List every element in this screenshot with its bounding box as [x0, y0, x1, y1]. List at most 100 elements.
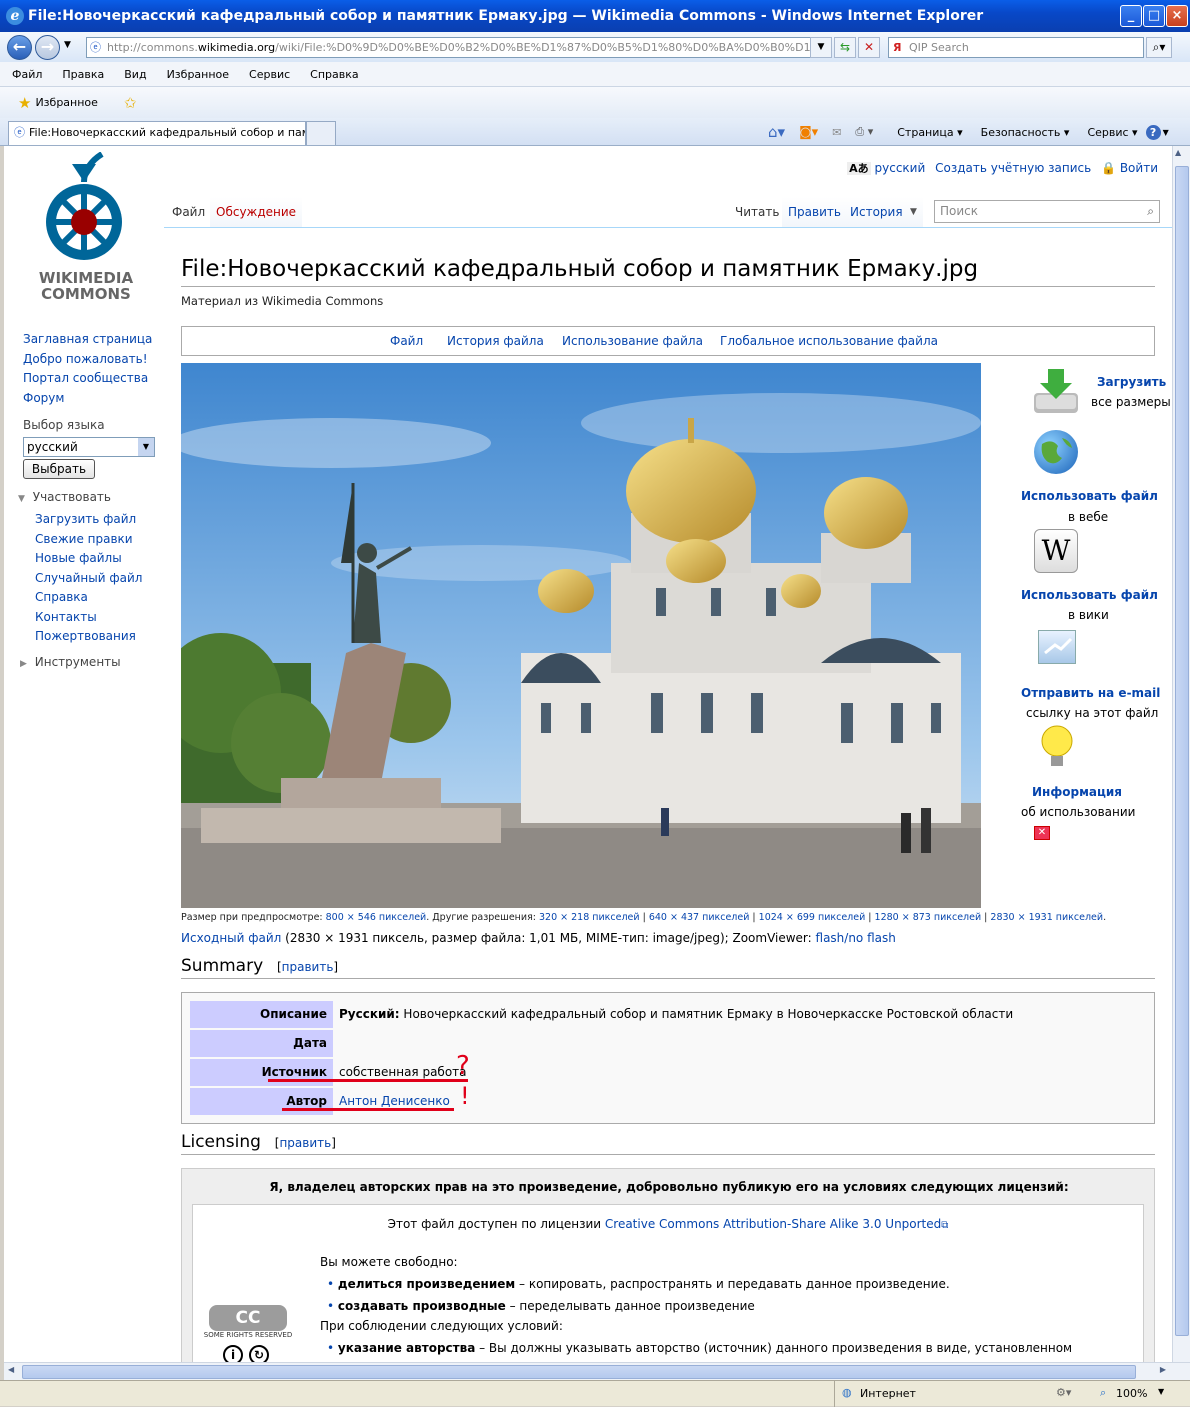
- tab-read[interactable]: Читать: [729, 197, 786, 227]
- res-link-640[interactable]: 640 × 437 пикселей: [649, 912, 750, 923]
- action-use-wiki-link[interactable]: Использовать файл: [1021, 588, 1158, 602]
- language-select-label: Выбор языка: [23, 418, 105, 432]
- toc-file[interactable]: Файл: [390, 334, 423, 348]
- summary-edit-link[interactable]: править: [282, 960, 334, 974]
- zoom-level[interactable]: 100%: [1116, 1387, 1147, 1400]
- choose-language-button[interactable]: Выбрать: [23, 459, 95, 479]
- sidebar-item-random[interactable]: Случайный файл: [35, 569, 175, 589]
- scroll-left-icon[interactable]: ◀: [8, 1365, 14, 1374]
- action-email-link[interactable]: Отправить на e-mail: [1021, 686, 1160, 700]
- zoom-dropdown-icon[interactable]: ▼: [1158, 1387, 1164, 1396]
- more-dropdown-icon[interactable]: ▼: [904, 197, 923, 227]
- tab-edit[interactable]: Править: [782, 197, 847, 227]
- sidebar-item-newfiles[interactable]: Новые файлы: [35, 549, 175, 569]
- sidebar-item-upload[interactable]: Загрузить файл: [35, 510, 175, 530]
- horizontal-scrollbar[interactable]: ◀ ▶: [4, 1362, 1190, 1380]
- add-favorite-icon[interactable]: ✩: [124, 94, 137, 112]
- cc-license-link[interactable]: Creative Commons Attribution-Share Alike…: [605, 1217, 941, 1231]
- stop-icon[interactable]: ✕: [858, 37, 880, 58]
- refresh-icon[interactable]: ⇆: [834, 37, 856, 58]
- zoomviewer-link[interactable]: flash/no flash: [816, 931, 896, 945]
- action-use-web-link[interactable]: Использовать файл: [1021, 489, 1158, 503]
- sidebar-item-donate[interactable]: Пожертвования: [35, 627, 175, 647]
- yandex-icon: Я: [893, 41, 902, 54]
- wiki-search-icon[interactable]: ⌕: [1147, 201, 1154, 222]
- safety-menu[interactable]: Безопасность ▾: [973, 126, 1070, 139]
- res-link-320[interactable]: 320 × 218 пикселей: [539, 912, 640, 923]
- participate-toggle[interactable]: ▼ Участвовать: [18, 490, 111, 504]
- maximize-button[interactable]: □: [1143, 5, 1165, 27]
- author-link[interactable]: Антон Денисенко: [339, 1094, 450, 1108]
- horizontal-scroll-thumb[interactable]: [22, 1365, 1136, 1379]
- tab-talk[interactable]: Обсуждение: [210, 197, 303, 227]
- sidebar-item-main[interactable]: Заглавная страница: [23, 330, 163, 350]
- tab-history[interactable]: История: [844, 197, 909, 227]
- language-select[interactable]: русский ▼: [23, 437, 155, 457]
- original-file-line: Исходный файл (2830 × 1931 пиксель, разм…: [181, 931, 896, 945]
- address-input[interactable]: ⓔ http://commons.wikimedia.org/wiki/File…: [86, 37, 828, 58]
- browser-tab-active[interactable]: ⓔ File:Новочеркасский кафедральный собор…: [8, 121, 306, 145]
- menu-file[interactable]: Файл: [12, 68, 42, 81]
- res-link-1024[interactable]: 1024 × 699 пикселей: [759, 912, 866, 923]
- action-download-link[interactable]: Загрузить: [1097, 375, 1166, 389]
- mail-icon[interactable]: ✉: [832, 126, 841, 139]
- back-icon[interactable]: ←: [7, 35, 32, 60]
- toc-global-usage[interactable]: Глобальное использование файла: [720, 334, 938, 348]
- sidebar-item-recent[interactable]: Свежие правки: [35, 530, 175, 550]
- menu-tools[interactable]: Сервис: [249, 68, 290, 81]
- new-tab-button[interactable]: [306, 121, 336, 145]
- page-menu[interactable]: Страница ▾: [889, 126, 962, 139]
- history-dropdown-icon[interactable]: ▼: [64, 40, 71, 50]
- tab-file[interactable]: Файл: [166, 197, 212, 227]
- rss-icon[interactable]: ◙▾: [799, 125, 818, 140]
- tools-toggle[interactable]: ▶ Инструменты: [20, 655, 121, 669]
- toc-usage[interactable]: Использование файла: [562, 334, 703, 348]
- home-icon[interactable]: ⌂▾: [768, 123, 785, 141]
- wikipedia-icon[interactable]: W: [1034, 529, 1078, 573]
- sidebar-item-forum[interactable]: Форум: [23, 389, 163, 409]
- help-icon[interactable]: ?: [1145, 124, 1161, 140]
- help-dropdown-icon[interactable]: ▼: [1163, 128, 1169, 137]
- scroll-right-icon[interactable]: ▶: [1160, 1365, 1166, 1374]
- search-icon[interactable]: ⌕▾: [1146, 37, 1172, 58]
- download-icon[interactable]: [1032, 367, 1080, 417]
- file-preview-image[interactable]: [181, 363, 981, 908]
- sidebar-item-contacts[interactable]: Контакты: [35, 608, 175, 628]
- language-link[interactable]: русский: [875, 161, 926, 175]
- globe-icon[interactable]: [1034, 430, 1078, 474]
- sidebar-item-help[interactable]: Справка: [35, 588, 175, 608]
- action-info-link[interactable]: Информация: [1032, 785, 1122, 799]
- sidebar-item-welcome[interactable]: Добро пожаловать!: [23, 350, 163, 370]
- address-dropdown-icon[interactable]: ▼: [810, 37, 832, 58]
- email-icon[interactable]: [1038, 630, 1076, 664]
- preview-size-link[interactable]: 800 × 546 пикселей: [326, 912, 427, 923]
- toc-history[interactable]: История файла: [447, 334, 544, 348]
- tools-menu[interactable]: Сервис ▾: [1079, 126, 1137, 139]
- favorites-button[interactable]: Избранное: [35, 96, 97, 109]
- print-icon[interactable]: ⎙ ▾: [855, 125, 873, 139]
- menu-edit[interactable]: Правка: [62, 68, 104, 81]
- protected-mode-icon[interactable]: ⚙▾: [1056, 1386, 1071, 1399]
- wiki-search-input[interactable]: Поиск ⌕: [934, 200, 1160, 223]
- vertical-scrollbar[interactable]: ▲: [1172, 146, 1190, 1362]
- close-button[interactable]: ×: [1166, 5, 1188, 27]
- zoom-icon[interactable]: ⌕: [1100, 1386, 1106, 1400]
- scroll-up-icon[interactable]: ▲: [1175, 148, 1181, 157]
- favorites-star-icon[interactable]: ★: [18, 94, 31, 112]
- licensing-edit-link[interactable]: править: [279, 1136, 331, 1150]
- create-account-link[interactable]: Создать учётную запись: [935, 161, 1091, 175]
- res-link-2830[interactable]: 2830 × 1931 пикселей: [990, 912, 1103, 923]
- qip-search-input[interactable]: Я QIP Search: [888, 37, 1144, 58]
- menu-favorites[interactable]: Избранное: [167, 68, 229, 81]
- menu-view[interactable]: Вид: [124, 68, 146, 81]
- forward-icon[interactable]: →: [35, 35, 60, 60]
- vertical-scroll-thumb[interactable]: [1175, 166, 1189, 1336]
- wikimedia-commons-logo[interactable]: [32, 151, 140, 270]
- menu-help[interactable]: Справка: [310, 68, 358, 81]
- res-link-1280[interactable]: 1280 × 873 пикселей: [875, 912, 982, 923]
- lightbulb-icon[interactable]: [1040, 724, 1074, 770]
- original-file-link[interactable]: Исходный файл: [181, 931, 281, 945]
- sidebar-item-portal[interactable]: Портал сообщества: [23, 369, 163, 389]
- minimize-button[interactable]: _: [1120, 5, 1142, 27]
- login-link[interactable]: Войти: [1120, 161, 1158, 175]
